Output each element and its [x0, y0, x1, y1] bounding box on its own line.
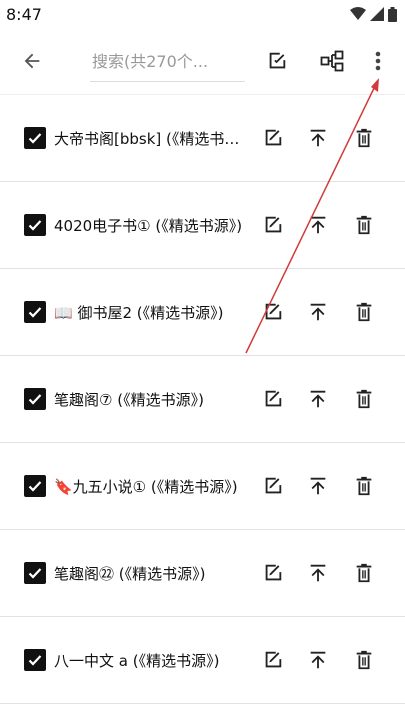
search-input[interactable]	[90, 40, 249, 83]
move-top-button[interactable]	[302, 209, 334, 241]
toolbar	[0, 28, 405, 94]
delete-button[interactable]	[348, 209, 380, 241]
delete-icon	[356, 215, 372, 235]
row-checkbox[interactable]	[24, 214, 46, 236]
search-box[interactable]	[90, 40, 249, 83]
list-item[interactable]: 笔趣阁㉒ (《精选书源》)	[0, 530, 405, 617]
back-arrow-icon	[24, 53, 40, 69]
list-item[interactable]: 🔖九五小说① (《精选书源》)	[0, 443, 405, 530]
more-button[interactable]	[358, 41, 398, 81]
checkbox-checked-icon	[28, 481, 42, 492]
source-name: 笔趣阁⑦ (《精选书源》)	[54, 390, 204, 409]
delete-icon	[356, 476, 372, 496]
move-top-button[interactable]	[302, 122, 334, 154]
source-name: 笔趣阁㉒ (《精选书源》)	[54, 564, 206, 583]
delete-button[interactable]	[348, 557, 380, 589]
move-top-icon	[310, 651, 326, 669]
edit-source-button[interactable]	[257, 383, 289, 415]
delete-icon	[356, 563, 372, 583]
edit-source-button[interactable]	[257, 296, 289, 328]
edit-source-button[interactable]	[257, 122, 289, 154]
row-checkbox[interactable]	[24, 388, 46, 410]
edit-icon	[265, 303, 282, 320]
move-top-button[interactable]	[302, 470, 334, 502]
edit-source-button[interactable]	[257, 644, 289, 676]
row-checkbox[interactable]	[24, 127, 46, 149]
delete-icon	[356, 389, 372, 409]
edit-icon	[265, 651, 282, 668]
delete-icon	[356, 650, 372, 670]
battery-icon	[388, 6, 397, 22]
checkbox-checked-icon	[28, 133, 42, 144]
row-checkbox[interactable]	[24, 562, 46, 584]
list-item[interactable]: 4020电子书① (《精选书源》)	[0, 182, 405, 269]
move-top-icon	[310, 129, 326, 147]
checkbox-checked-icon	[28, 220, 42, 231]
back-button[interactable]	[12, 41, 52, 81]
delete-button[interactable]	[348, 383, 380, 415]
edit-source-button[interactable]	[257, 209, 289, 241]
checkbox-checked-icon	[28, 655, 42, 666]
source-name: 📖 御书屋2 (《精选书源》)	[54, 303, 224, 322]
delete-button[interactable]	[348, 296, 380, 328]
more-vert-icon	[375, 51, 381, 71]
group-icon	[320, 50, 344, 72]
edit-source-button[interactable]	[257, 557, 289, 589]
move-top-button[interactable]	[302, 557, 334, 589]
edit-icon	[265, 477, 282, 494]
wifi-icon	[350, 7, 366, 20]
list-item[interactable]: 📖 御书屋2 (《精选书源》)	[0, 269, 405, 356]
source-name: 4020电子书① (《精选书源》)	[54, 216, 243, 235]
group-button[interactable]	[312, 41, 352, 81]
edit-icon	[265, 129, 282, 146]
delete-button[interactable]	[348, 122, 380, 154]
edit-icon	[265, 390, 282, 407]
delete-icon	[356, 128, 372, 148]
checkbox-checked-icon	[28, 568, 42, 579]
move-top-icon	[310, 390, 326, 408]
status-icons	[350, 6, 397, 22]
edit-icon	[269, 52, 286, 69]
move-top-icon	[310, 216, 326, 234]
edit-icon	[265, 216, 282, 233]
status-time: 8:47	[6, 4, 42, 24]
edit-source-button[interactable]	[257, 470, 289, 502]
move-top-icon	[310, 303, 326, 321]
source-name: 大帝书阁[bbsk] (《精选书源》)	[54, 129, 252, 148]
move-top-button[interactable]	[302, 296, 334, 328]
edit-icon	[265, 564, 282, 581]
row-checkbox[interactable]	[24, 649, 46, 671]
signal-icon	[370, 7, 384, 21]
source-name: 八一中文 a (《精选书源》)	[54, 651, 220, 670]
delete-button[interactable]	[348, 470, 380, 502]
list-item[interactable]: 八一中文 a (《精选书源》)	[0, 617, 405, 704]
list-item[interactable]: 笔趣阁⑦ (《精选书源》)	[0, 356, 405, 443]
source-name: 🔖九五小说① (《精选书源》)	[54, 477, 238, 496]
list-item[interactable]: 大帝书阁[bbsk] (《精选书源》)	[0, 94, 405, 182]
move-top-icon	[310, 477, 326, 495]
checkbox-checked-icon	[28, 394, 42, 405]
checkbox-checked-icon	[28, 307, 42, 318]
row-checkbox[interactable]	[24, 475, 46, 497]
move-top-button[interactable]	[302, 644, 334, 676]
batch-edit-button[interactable]	[257, 41, 297, 81]
row-checkbox[interactable]	[24, 301, 46, 323]
delete-icon	[356, 302, 372, 322]
delete-button[interactable]	[348, 644, 380, 676]
status-bar: 8:47	[0, 0, 405, 28]
move-top-button[interactable]	[302, 383, 334, 415]
move-top-icon	[310, 564, 326, 582]
source-list: 大帝书阁[bbsk] (《精选书源》) 4020电子书① (《精选书源》) 📖 …	[0, 94, 405, 704]
